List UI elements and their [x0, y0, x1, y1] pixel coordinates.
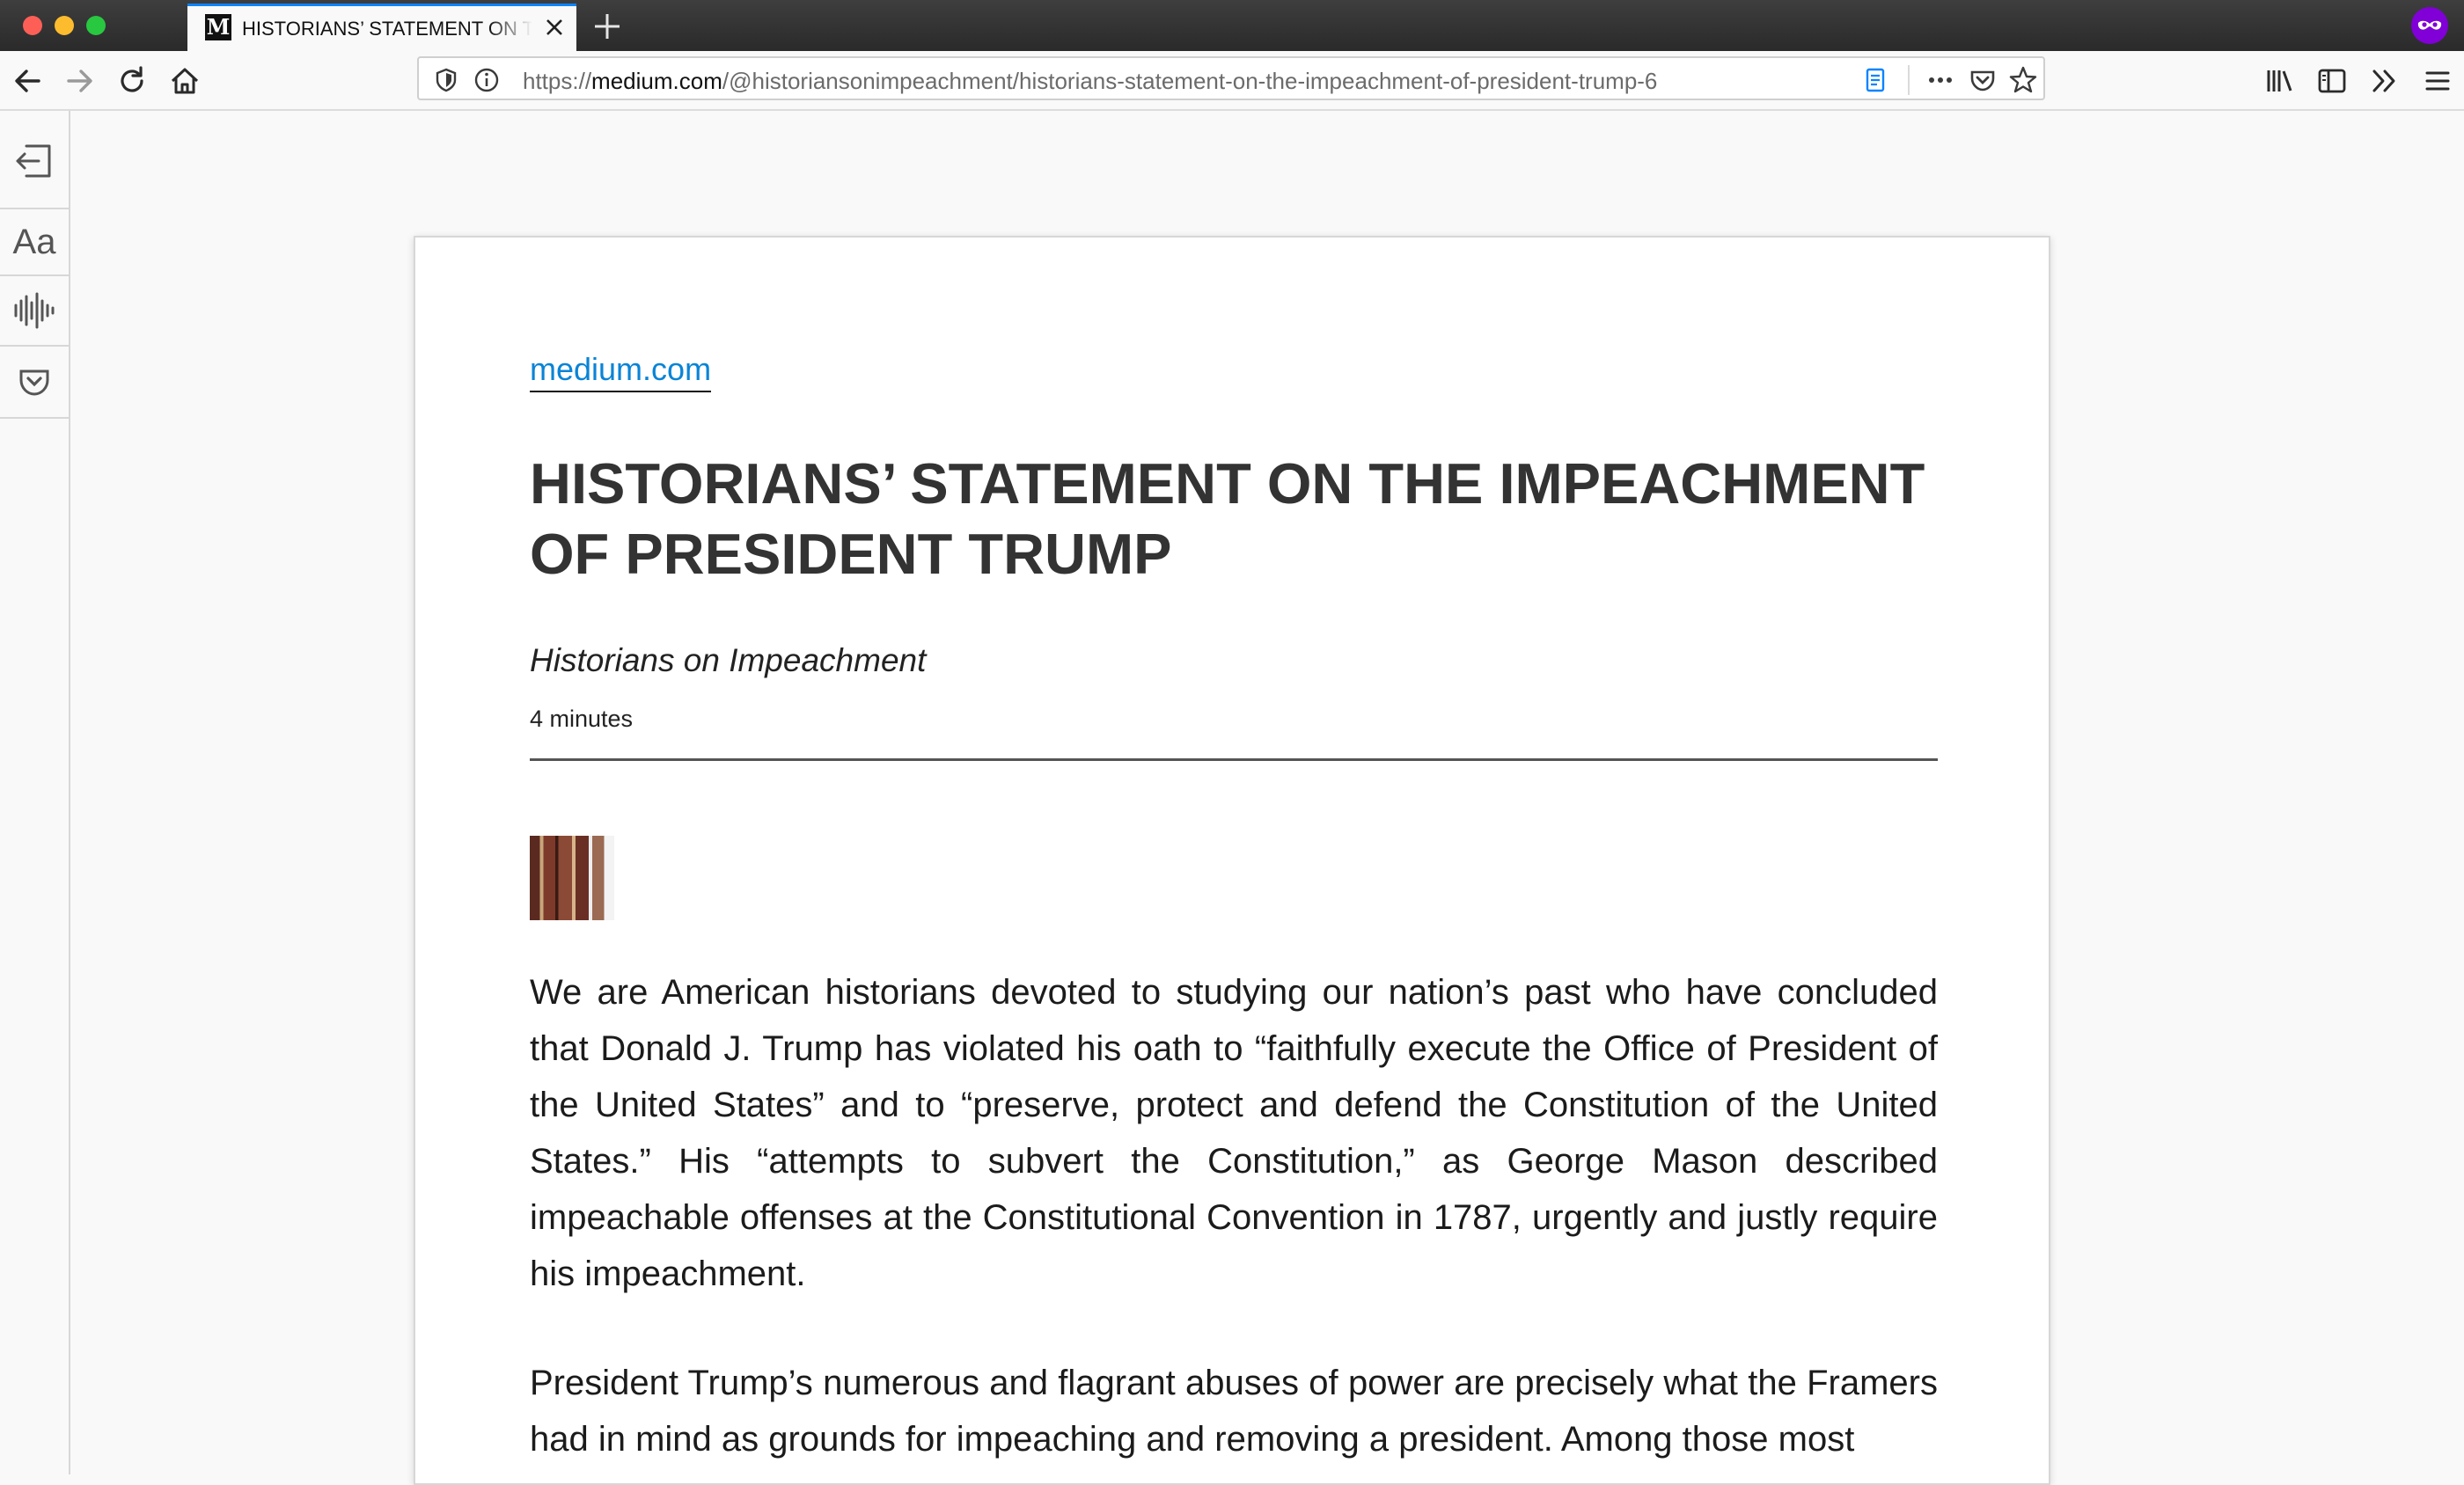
more-actions-icon[interactable]	[1925, 65, 1955, 95]
article-image-books	[530, 836, 614, 920]
url-path: /@historiansonimpeachment/historians-sta…	[722, 68, 1658, 94]
navigation-toolbar: https://medium.com/@historiansonimpeachm…	[0, 51, 2464, 111]
tab-close-icon[interactable]	[541, 14, 568, 40]
url-prefix: https://	[523, 68, 592, 94]
window-minimize-button[interactable]	[55, 16, 74, 35]
overflow-chevron-icon[interactable]	[2367, 63, 2402, 99]
forward-arrow-icon[interactable]	[62, 63, 97, 99]
new-tab-plus-icon[interactable]	[591, 11, 623, 42]
library-icon[interactable]	[2262, 63, 2297, 99]
tab-title: HISTORIANS’ STATEMENT ON THE IMPEACHMENT…	[242, 18, 532, 40]
pocket-icon	[19, 369, 49, 396]
hamburger-menu-icon[interactable]	[2420, 63, 2455, 99]
pocket-icon[interactable]	[1968, 65, 1998, 95]
text-settings-button[interactable]: Aa	[0, 209, 69, 276]
window-close-button[interactable]	[23, 16, 42, 35]
active-tab[interactable]: M HISTORIANS’ STATEMENT ON THE IMPEACHME…	[187, 4, 576, 51]
article-title: HISTORIANS’ STATEMENT ON THE IMPEACHMENT…	[530, 451, 1925, 586]
site-info-icon[interactable]	[472, 65, 502, 95]
reload-icon[interactable]	[114, 63, 150, 99]
header-divider	[530, 758, 1938, 761]
article-paragraph-2: President Trump’s numerous and flagrant …	[530, 1364, 1938, 1459]
sidebar-icon[interactable]	[2314, 63, 2350, 99]
reading-time: 4 minutes	[530, 706, 634, 732]
reader-toolbar: Aa	[0, 111, 70, 1474]
reader-view-icon[interactable]	[1860, 65, 1890, 95]
home-icon[interactable]	[167, 63, 202, 99]
url-host: medium.com	[591, 68, 722, 94]
narrate-waveform-icon	[14, 292, 55, 329]
close-reader-view-button[interactable]	[0, 111, 69, 209]
narrate-button[interactable]	[0, 276, 69, 347]
medium-favicon-icon: M	[205, 14, 231, 40]
tracking-protection-shield-icon[interactable]	[431, 65, 461, 95]
bookmark-star-icon[interactable]	[2008, 65, 2038, 95]
article-domain-link[interactable]: medium.com	[530, 352, 712, 392]
article-paragraph-1: We are American historians devoted to st…	[530, 973, 1938, 1293]
private-browsing-icon	[2411, 7, 2448, 44]
article-byline: Historians on Impeachment	[530, 642, 927, 678]
save-to-pocket-button[interactable]	[0, 347, 69, 419]
back-arrow-icon[interactable]	[11, 63, 46, 99]
url-bar-separator	[1908, 65, 1910, 95]
url-bar[interactable]: https://medium.com/@historiansonimpeachm…	[417, 56, 2045, 100]
window-maximize-button[interactable]	[86, 16, 106, 35]
reader-article: medium.com HISTORIANS’ STATEMENT ON THE …	[414, 236, 2050, 1485]
title-bar: M HISTORIANS’ STATEMENT ON THE IMPEACHME…	[0, 0, 2464, 51]
url-text[interactable]: https://medium.com/@historiansonimpeachm…	[523, 68, 1808, 94]
